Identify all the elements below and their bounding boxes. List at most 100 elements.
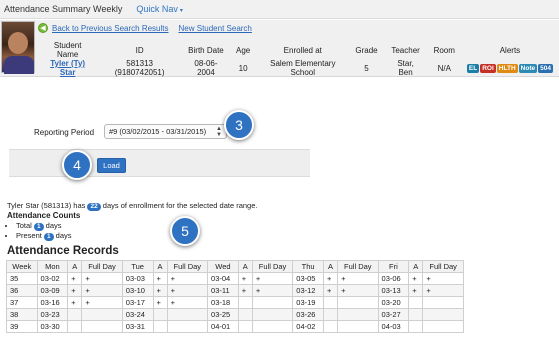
col-enrolled-at: Enrolled at — [283, 45, 322, 55]
records-column-header: Week — [6, 260, 38, 273]
student-school: Salem Elementary School — [270, 59, 336, 77]
table-cell: 03-23 — [36, 308, 69, 321]
student-age: 10 — [238, 63, 248, 73]
table-cell: 38 — [6, 308, 38, 321]
col-alerts: Alerts — [499, 45, 521, 55]
quick-nav-menu[interactable]: Quick Nav ▾ — [136, 4, 183, 14]
present-count-item: Present 1 days — [16, 231, 257, 241]
select-arrows-icon: ▲ ▼ — [216, 126, 222, 138]
table-cell — [337, 320, 379, 333]
records-column-header: A — [152, 260, 168, 273]
table-cell: 03-19 — [292, 296, 324, 309]
student-header-row: Student Name ID Birth Date Age Enrolled … — [38, 41, 559, 59]
table-cell — [166, 308, 209, 321]
table-cell: + — [422, 272, 464, 285]
table-cell: 03-26 — [292, 308, 324, 321]
table-cell: 03-16 — [36, 296, 69, 309]
records-body: 35 03-02 + +03-03 + +03-04 + +03-05 + +03-06 + +36 0… — [6, 272, 464, 333]
enrollment-summary: Tyler Star (581313) has 22 days of enrol… — [7, 201, 257, 241]
table-cell — [322, 308, 339, 321]
table-cell — [152, 308, 168, 321]
table-cell — [422, 296, 464, 309]
records-column-header: Wed — [207, 260, 239, 273]
page-title: Attendance Summary Weekly — [4, 4, 123, 14]
table-cell: 03-13 — [377, 284, 410, 297]
chevron-down-icon: ▾ — [179, 8, 183, 14]
col-id: ID — [135, 45, 144, 55]
col-age: Age — [235, 45, 251, 55]
records-column-header: Full Day — [81, 260, 123, 273]
alert-badges: EL ROI HLTH Note 504 — [466, 63, 553, 73]
callout-4: 4 — [62, 150, 92, 180]
enrollment-text-suffix: days of enrollment for the selected date… — [102, 201, 258, 210]
load-button[interactable]: Load — [97, 158, 126, 173]
table-cell: 39 — [6, 320, 38, 333]
table-cell — [322, 320, 339, 333]
records-column-header: A — [408, 260, 424, 273]
table-cell: + — [322, 284, 339, 297]
alert-badge-504[interactable]: 504 — [538, 63, 553, 73]
table-cell: + — [337, 272, 379, 285]
records-column-header: A — [237, 260, 253, 273]
table-cell: 03-25 — [207, 308, 239, 321]
table-row: 37 03-16 + +03-17 + +03-18 03-19 03-20 — [6, 296, 464, 309]
back-arrow-icon[interactable]: ◀ — [38, 23, 48, 33]
table-cell: 03-04 — [207, 272, 239, 285]
table-cell — [408, 296, 424, 309]
records-column-header: A — [67, 260, 83, 273]
records-header-row: Week Mon A Full Day Tue A Full Day Wed A Full Day… — [6, 260, 464, 273]
table-cell: 03-09 — [36, 284, 69, 297]
table-cell: 03-05 — [292, 272, 324, 285]
table-cell — [237, 296, 253, 309]
records-column-header: Fri — [377, 260, 410, 273]
table-cell: 04-03 — [377, 320, 410, 333]
table-cell: 03-06 — [377, 272, 410, 285]
attendance-counts-list: Total 1 days Present 1 days — [7, 221, 257, 241]
table-cell — [251, 308, 294, 321]
table-cell: + — [81, 272, 123, 285]
present-label: Present — [16, 230, 42, 240]
table-cell: 35 — [6, 272, 38, 285]
table-cell: + — [67, 284, 83, 297]
table-cell: 03-20 — [377, 296, 410, 309]
table-cell: + — [237, 284, 253, 297]
new-student-search-link[interactable]: New Student Search — [179, 24, 252, 33]
table-cell: + — [322, 272, 339, 285]
alert-badge-note[interactable]: Note — [518, 63, 538, 73]
table-cell — [408, 320, 424, 333]
records-column-header: A — [322, 260, 339, 273]
student-data-row: Tyler (Ty) Star 581313 (9180742051) 08-0… — [38, 59, 559, 77]
enrollment-line: Tyler Star (581313) has 22 days of enrol… — [7, 201, 257, 211]
alert-badge-hlth[interactable]: HLTH — [496, 63, 518, 73]
student-name-link[interactable]: Tyler (Ty) Star — [50, 59, 85, 77]
alert-badge-el[interactable]: EL — [466, 63, 480, 73]
alerts-cell: EL ROI HLTH Note 504 — [461, 59, 559, 77]
col-student-name: Student Name — [53, 41, 82, 59]
table-cell: 03-30 — [36, 320, 69, 333]
table-cell — [237, 320, 253, 333]
navigation-links: ◀ Back to Previous Search Results New St… — [38, 22, 252, 34]
table-cell: + — [408, 272, 424, 285]
student-info-table: Student Name ID Birth Date Age Enrolled … — [38, 41, 559, 77]
records-column-header: Full Day — [422, 260, 464, 273]
records-column-header: Full Day — [337, 260, 379, 273]
top-bar: Attendance Summary Weekly Quick Nav ▾ — [0, 0, 559, 19]
col-birth-date: Birth Date — [188, 45, 224, 55]
table-cell — [422, 320, 464, 333]
table-cell — [337, 308, 379, 321]
student-room: N/A — [437, 63, 451, 73]
face-shape — [8, 32, 28, 54]
alert-badge-roi[interactable]: ROI — [480, 63, 496, 73]
back-to-results-link[interactable]: Back to Previous Search Results — [52, 24, 169, 33]
table-row: 35 03-02 + +03-03 + +03-04 + +03-05 + +03-06 + + — [6, 272, 464, 285]
table-cell — [67, 308, 83, 321]
table-cell: 04-01 — [207, 320, 239, 333]
table-cell: + — [251, 272, 294, 285]
reporting-period-select[interactable]: #9 (03/02/2015 - 03/31/2015) ▲ ▼ — [104, 124, 227, 139]
student-grade: 5 — [364, 63, 369, 73]
present-days-label: days — [55, 230, 72, 240]
table-cell: 03-10 — [121, 284, 154, 297]
table-cell — [251, 320, 294, 333]
total-count-item: Total 1 days — [16, 221, 257, 231]
table-cell — [322, 296, 339, 309]
